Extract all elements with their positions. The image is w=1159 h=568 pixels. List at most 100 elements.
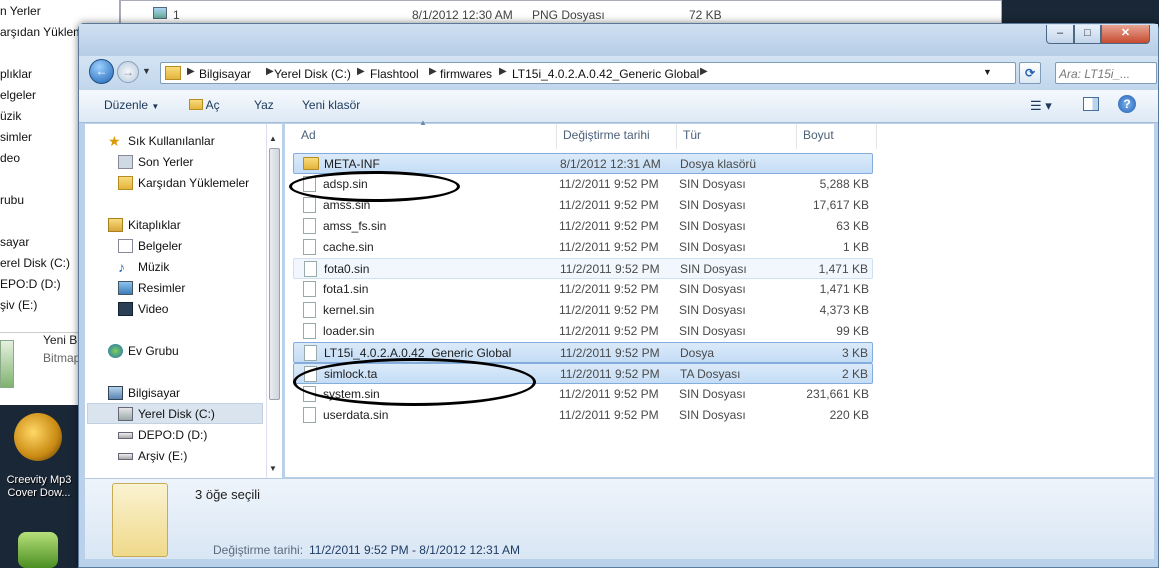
nav-item-pictures[interactable]: Resimler	[118, 278, 186, 298]
recent-places-icon	[118, 155, 133, 169]
file-row[interactable]: fota1.sin 11/2/2011 9:52 PM SIN Dosyası 1,4…	[293, 279, 873, 300]
background-sidebar-item: şiv (E:)	[0, 298, 38, 312]
annotation-ellipse	[289, 171, 460, 202]
address-bar[interactable]: ▶ Bilgisayar ▶ Yerel Disk (C:) ▶ Flashto…	[160, 62, 1016, 84]
background-file-name: Yeni B	[43, 333, 78, 347]
folder-icon	[165, 66, 181, 80]
minimize-button[interactable]: –	[1046, 25, 1074, 44]
file-type: SIN Dosyası	[679, 282, 746, 296]
local-disk-icon	[118, 407, 133, 421]
back-button[interactable]: ←	[89, 59, 114, 84]
pictures-label: Resimler	[138, 281, 186, 295]
navigation-scrollbar[interactable]: ▲ ▼	[268, 134, 282, 473]
background-sidebar-item: EPO:D (D:)	[0, 277, 61, 291]
organize-button[interactable]: Düzenle ▼	[104, 98, 159, 112]
breadcrumb-separator-icon[interactable]: ▶	[429, 66, 437, 77]
file-date: 8/1/2012 12:31 AM	[560, 157, 661, 171]
chevron-down-icon: ▼	[151, 102, 160, 111]
refresh-button[interactable]: ⟳	[1019, 62, 1041, 84]
column-header-type[interactable]: Tür	[677, 124, 797, 149]
breadcrumb-local-disk[interactable]: Yerel Disk (C:)	[274, 67, 351, 81]
music-icon: ♪	[118, 259, 125, 275]
background-sidebar-item: rubu	[0, 193, 25, 207]
nav-item-homegroup[interactable]: Ev Grubu	[108, 341, 179, 361]
breadcrumb-separator-icon[interactable]: ▶	[187, 66, 195, 77]
file-type: TA Dosyası	[680, 367, 741, 381]
history-dropdown-icon[interactable]: ▼	[142, 66, 151, 76]
file-date: 11/2/2011 9:52 PM	[559, 387, 659, 401]
breadcrumb-separator-icon[interactable]: ▶	[357, 66, 365, 77]
view-options-icon[interactable]: ☰ ▾	[1030, 98, 1052, 114]
breadcrumb-flashtool[interactable]: Flashtool	[370, 67, 419, 81]
column-header-size[interactable]: Boyut	[797, 124, 877, 149]
background-file-row-type: PNG Dosyası	[532, 8, 605, 22]
nav-item-arsiv-drive[interactable]: Arşiv (E:)	[118, 446, 187, 466]
open-folder-icon	[189, 99, 203, 110]
nav-item-depo-drive[interactable]: DEPO:D (D:)	[118, 425, 207, 445]
column-header-name[interactable]: Ad	[295, 124, 557, 149]
file-icon	[304, 345, 317, 361]
details-date-label: Değiştirme tarihi:	[213, 543, 304, 557]
file-row[interactable]: kernel.sin 11/2/2011 9:52 PM SIN Dosyası 4,…	[293, 300, 873, 321]
file-name: amss_fs.sin	[323, 219, 387, 233]
scroll-down-icon[interactable]: ▼	[269, 464, 277, 473]
file-row[interactable]: userdata.sin 11/2/2011 9:52 PM SIN Dosyası…	[293, 405, 873, 426]
breadcrumb-computer[interactable]: Bilgisayar	[199, 67, 251, 81]
background-sidebar-item: plıklar	[0, 67, 33, 81]
file-row[interactable]: loader.sin 11/2/2011 9:52 PM SIN Dosyası 99…	[293, 321, 873, 342]
computer-header[interactable]: Bilgisayar	[108, 383, 180, 403]
breadcrumb-firmwares[interactable]: firmwares	[440, 67, 492, 81]
favorites-header[interactable]: ★ Sık Kullanılanlar	[108, 131, 215, 151]
file-name: cache.sin	[323, 240, 374, 254]
maximize-button[interactable]: □	[1074, 25, 1101, 44]
creevity-app-icon[interactable]	[14, 413, 62, 461]
file-row[interactable]: amss_fs.sin 11/2/2011 9:52 PM SIN Dosyası 6…	[293, 216, 873, 237]
videos-label: Video	[138, 302, 169, 316]
background-sidebar-item: sayar	[0, 235, 30, 249]
forward-button[interactable]: →	[117, 61, 139, 83]
breadcrumb-current-folder[interactable]: LT15i_4.0.2.A.0.42_Generic Global	[512, 67, 699, 81]
background-sidebar-item: deo	[0, 151, 21, 165]
file-row[interactable]: fota0.sin 11/2/2011 9:52 PM SIN Dosyası 1,4…	[293, 258, 873, 279]
scroll-up-icon[interactable]: ▲	[269, 134, 277, 143]
file-size: 1,471 KB	[818, 262, 868, 276]
nav-item-downloads[interactable]: Karşıdan Yüklemeler	[118, 173, 249, 193]
background-sidebar-item: elgeler	[0, 88, 37, 102]
file-icon	[303, 218, 316, 234]
file-size: 17,617 KB	[812, 198, 869, 212]
nav-item-recent-places[interactable]: Son Yerler	[118, 152, 193, 172]
file-icon	[303, 302, 316, 318]
preview-pane-icon[interactable]	[1083, 97, 1099, 111]
help-icon[interactable]: ?	[1118, 95, 1136, 113]
nav-item-documents[interactable]: Belgeler	[118, 236, 182, 256]
nav-item-music[interactable]: ♪ Müzik	[118, 257, 169, 277]
file-name: userdata.sin	[323, 408, 389, 422]
breadcrumb-separator-icon[interactable]: ▶	[499, 66, 507, 77]
file-type: SIN Dosyası	[679, 198, 746, 212]
breadcrumb-separator-icon[interactable]: ▶	[266, 66, 274, 77]
image-file-icon	[153, 7, 167, 19]
open-button[interactable]: Aç	[189, 98, 220, 112]
address-dropdown-icon[interactable]: ▼	[983, 67, 992, 77]
title-bar[interactable]: – □ ✕	[79, 24, 1158, 56]
libraries-icon	[108, 218, 123, 232]
pictures-icon	[118, 281, 133, 295]
nav-item-videos[interactable]: Video	[118, 299, 169, 319]
file-date: 11/2/2011 9:52 PM	[560, 262, 660, 276]
file-name: kernel.sin	[323, 303, 375, 317]
libraries-header[interactable]: Kitaplıklar	[108, 215, 181, 235]
frog-app-icon[interactable]	[18, 532, 58, 568]
breadcrumb-separator-icon[interactable]: ▶	[700, 66, 708, 77]
file-row[interactable]: cache.sin 11/2/2011 9:52 PM SIN Dosyası 1 K…	[293, 237, 873, 258]
search-input[interactable]: Ara: LT15i_...	[1055, 62, 1157, 84]
column-header-date[interactable]: Değiştirme tarihi	[557, 124, 677, 149]
new-folder-button[interactable]: Yeni klasör	[302, 98, 360, 112]
file-date: 11/2/2011 9:52 PM	[559, 177, 659, 191]
print-button[interactable]: Yaz	[254, 98, 274, 112]
homegroup-icon	[108, 344, 123, 358]
libraries-label: Kitaplıklar	[128, 218, 181, 232]
close-button[interactable]: ✕	[1101, 25, 1150, 44]
desktop-icon-label[interactable]: Creevity Mp3 Cover Dow...	[2, 474, 76, 504]
nav-item-local-disk[interactable]: Yerel Disk (C:)	[118, 404, 215, 424]
scroll-thumb[interactable]	[269, 148, 280, 400]
